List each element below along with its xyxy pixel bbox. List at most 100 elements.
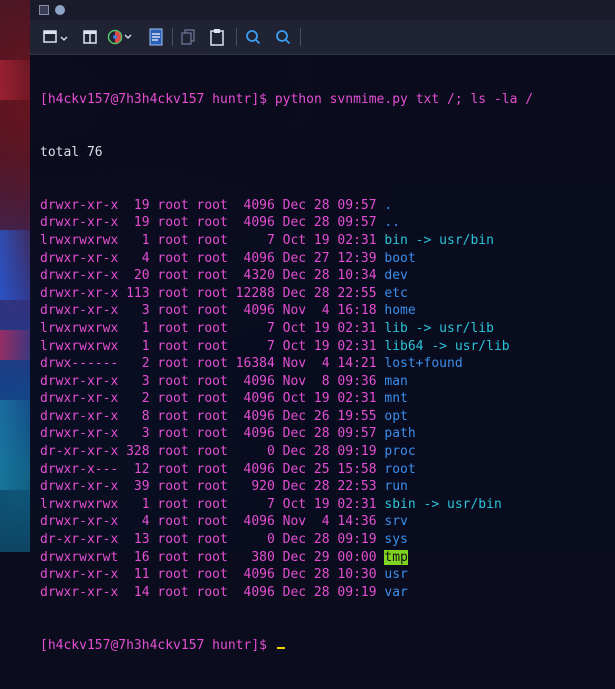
listing-row: drwxr-xr-x 4 root root 4096 Dec 27 12:39… (40, 250, 615, 268)
entry-name: opt (384, 408, 408, 424)
entry-metadata: drwxr-xr-x 3 root root 4096 Nov 8 09:36 (40, 373, 385, 389)
entry-name: usr (384, 567, 408, 583)
entry-metadata: drwxr-xr-x 19 root root 4096 Dec 28 09:5… (40, 215, 385, 231)
listing-row: drwxr-xr-x 3 root root 4096 Nov 4 16:18 … (40, 302, 615, 320)
listing-row: lrwxrwxrwx 1 root root 7 Oct 19 02:31 li… (40, 338, 615, 356)
split-view-icon (83, 30, 97, 44)
entry-name: srv (384, 514, 408, 530)
entry-name: lost+found (384, 356, 463, 372)
listing-row: drwxr-xr-x 4 root root 4096 Nov 4 14:36 … (40, 513, 615, 531)
copy-button[interactable] (178, 26, 198, 48)
entry-metadata: drwxr-xr-x 39 root root 920 Dec 28 22:53 (40, 479, 385, 495)
entry-metadata: drwxr-xr-x 19 root root 4096 Dec 28 09:5… (40, 197, 385, 213)
entry-metadata: lrwxrwxrwx 1 root root 7 Oct 19 02:31 (40, 338, 385, 354)
listing-row: dr-xr-xr-x 328 root root 0 Dec 28 09:19 … (40, 443, 615, 461)
toolbar-separator (236, 28, 237, 46)
toolbar-separator (300, 28, 301, 46)
paste-button[interactable] (206, 26, 228, 48)
listing: drwxr-xr-x 19 root root 4096 Dec 28 09:5… (40, 197, 615, 602)
entry-name: dev (384, 268, 408, 284)
listing-row: drwxr-x--- 12 root root 4096 Dec 25 15:5… (40, 461, 615, 479)
listing-row: drwxr-xr-x 113 root root 12288 Dec 28 22… (40, 285, 615, 303)
color-scheme-icon (107, 29, 132, 45)
entry-metadata: drwxr-x--- 12 root root 4096 Dec 25 15:5… (40, 461, 385, 477)
listing-row: lrwxrwxrwx 1 root root 7 Oct 19 02:31 bi… (40, 232, 615, 250)
entry-name: bin -> usr/bin (384, 232, 494, 248)
text-cursor (276, 646, 285, 649)
new-tab-icon (43, 30, 68, 43)
color-scheme-button[interactable] (106, 26, 136, 48)
listing-row: drwxr-xr-x 19 root root 4096 Dec 28 09:5… (40, 214, 615, 232)
document-icon (149, 28, 163, 46)
copy-icon (181, 29, 195, 45)
entry-name: sys (384, 532, 408, 548)
final-prompt-line: [h4ckv157@7h3h4ckv157 huntr]$ (40, 637, 615, 655)
shell-prompt: [h4ckv157@7h3h4ckv157 huntr]$ (40, 637, 275, 653)
listing-row: drwxr-xr-x 20 root root 4320 Dec 28 10:3… (40, 267, 615, 285)
listing-row: drwxr-xr-x 14 root root 4096 Dec 28 09:1… (40, 584, 615, 602)
entry-name: home (384, 303, 416, 319)
total-line: total 76 (40, 144, 103, 160)
entry-metadata: drwx------ 2 root root 16384 Nov 4 14:21 (40, 356, 385, 372)
entry-name: etc (384, 285, 408, 301)
entry-name: lib64 -> usr/lib (384, 338, 510, 354)
entry-metadata: drwxr-xr-x 4 root root 4096 Nov 4 14:36 (40, 514, 385, 530)
listing-row: lrwxrwxrwx 1 root root 7 Oct 19 02:31 li… (40, 320, 615, 338)
entry-metadata: drwxr-xr-x 3 root root 4096 Nov 4 16:18 (40, 303, 385, 319)
command-line: [h4ckv157@7h3h4ckv157 huntr]$ python svn… (40, 91, 615, 109)
paste-icon (210, 29, 224, 46)
entry-metadata: drwxr-xr-x 11 root root 4096 Dec 28 10:3… (40, 567, 385, 583)
terminal-output[interactable]: [h4ckv157@7h3h4ckv157 huntr]$ python svn… (30, 56, 615, 652)
terminal-window: [h4ckv157@7h3h4ckv157 huntr]$ python svn… (30, 20, 615, 653)
entry-name: run (384, 479, 408, 495)
listing-row: lrwxrwxrwx 1 root root 7 Oct 19 02:31 sb… (40, 496, 615, 514)
listing-row: dr-xr-xr-x 13 root root 0 Dec 28 09:19 s… (40, 531, 615, 549)
entry-metadata: drwxr-xr-x 113 root root 12288 Dec 28 22… (40, 285, 385, 301)
search-button[interactable] (242, 26, 264, 48)
entry-metadata: dr-xr-xr-x 13 root root 0 Dec 28 09:19 (40, 532, 385, 548)
entry-metadata: lrwxrwxrwx 1 root root 7 Oct 19 02:31 (40, 320, 385, 336)
listing-row: drwxr-xr-x 8 root root 4096 Dec 26 19:55… (40, 408, 615, 426)
entry-name: lib -> usr/lib (384, 320, 494, 336)
listing-row: drwxr-xr-x 3 root root 4096 Dec 28 09:57… (40, 425, 615, 443)
entry-metadata: dr-xr-xr-x 328 root root 0 Dec 28 09:19 (40, 444, 385, 460)
split-view-button[interactable] (80, 26, 100, 48)
shell-prompt: [h4ckv157@7h3h4ckv157 huntr]$ (40, 92, 275, 108)
listing-row: drwxrwxrwt 16 root root 380 Dec 29 00:00… (40, 549, 615, 567)
listing-row: drwxr-xr-x 19 root root 4096 Dec 28 09:5… (40, 197, 615, 215)
listing-row: drwxr-xr-x 39 root root 920 Dec 28 22:53… (40, 478, 615, 496)
search-icon (246, 30, 261, 45)
command-text: python svnmime.py txt /; ls -la / (274, 92, 534, 108)
status-dot-icon[interactable] (55, 5, 65, 15)
listing-row: drwxr-xr-x 2 root root 4096 Oct 19 02:31… (40, 390, 615, 408)
entry-metadata: drwxr-xr-x 4 root root 4096 Dec 27 12:39 (40, 250, 385, 266)
find-icon (276, 30, 291, 45)
entry-metadata: drwxr-xr-x 8 root root 4096 Dec 26 19:55 (40, 408, 385, 424)
entry-metadata: drwxr-xr-x 2 root root 4096 Oct 19 02:31 (40, 391, 385, 407)
entry-name: sbin -> usr/bin (384, 496, 502, 512)
taskbar-strip (30, 0, 615, 20)
listing-row: drwxr-xr-x 3 root root 4096 Nov 8 09:36 … (40, 373, 615, 391)
entry-name: .. (384, 215, 401, 231)
entry-metadata: drwxr-xr-x 3 root root 4096 Dec 28 09:57 (40, 426, 385, 442)
entry-metadata: lrwxrwxrwx 1 root root 7 Oct 19 02:31 (40, 232, 385, 248)
entry-name: root (384, 461, 416, 477)
toolbar-separator (172, 28, 173, 46)
entry-name: proc (384, 444, 416, 460)
entry-name: . (384, 197, 393, 213)
listing-row: drwxr-xr-x 11 root root 4096 Dec 28 10:3… (40, 566, 615, 584)
new-tab-button[interactable] (40, 26, 72, 48)
entry-metadata: lrwxrwxrwx 1 root root 7 Oct 19 02:31 (40, 496, 385, 512)
entry-name: man (384, 373, 408, 389)
document-button[interactable] (146, 26, 166, 48)
entry-metadata: drwxr-xr-x 20 root root 4320 Dec 28 10:3… (40, 268, 385, 284)
terminal-toolbar (30, 20, 615, 55)
listing-row: drwx------ 2 root root 16384 Nov 4 14:21… (40, 355, 615, 373)
terminal-app-icon[interactable] (39, 5, 49, 15)
entry-name: var (384, 584, 408, 600)
entry-metadata: drwxr-xr-x 14 root root 4096 Dec 28 09:1… (40, 584, 385, 600)
entry-name: mnt (384, 391, 408, 407)
entry-name: boot (384, 250, 416, 266)
entry-name: path (384, 426, 416, 442)
find-button[interactable] (272, 26, 294, 48)
